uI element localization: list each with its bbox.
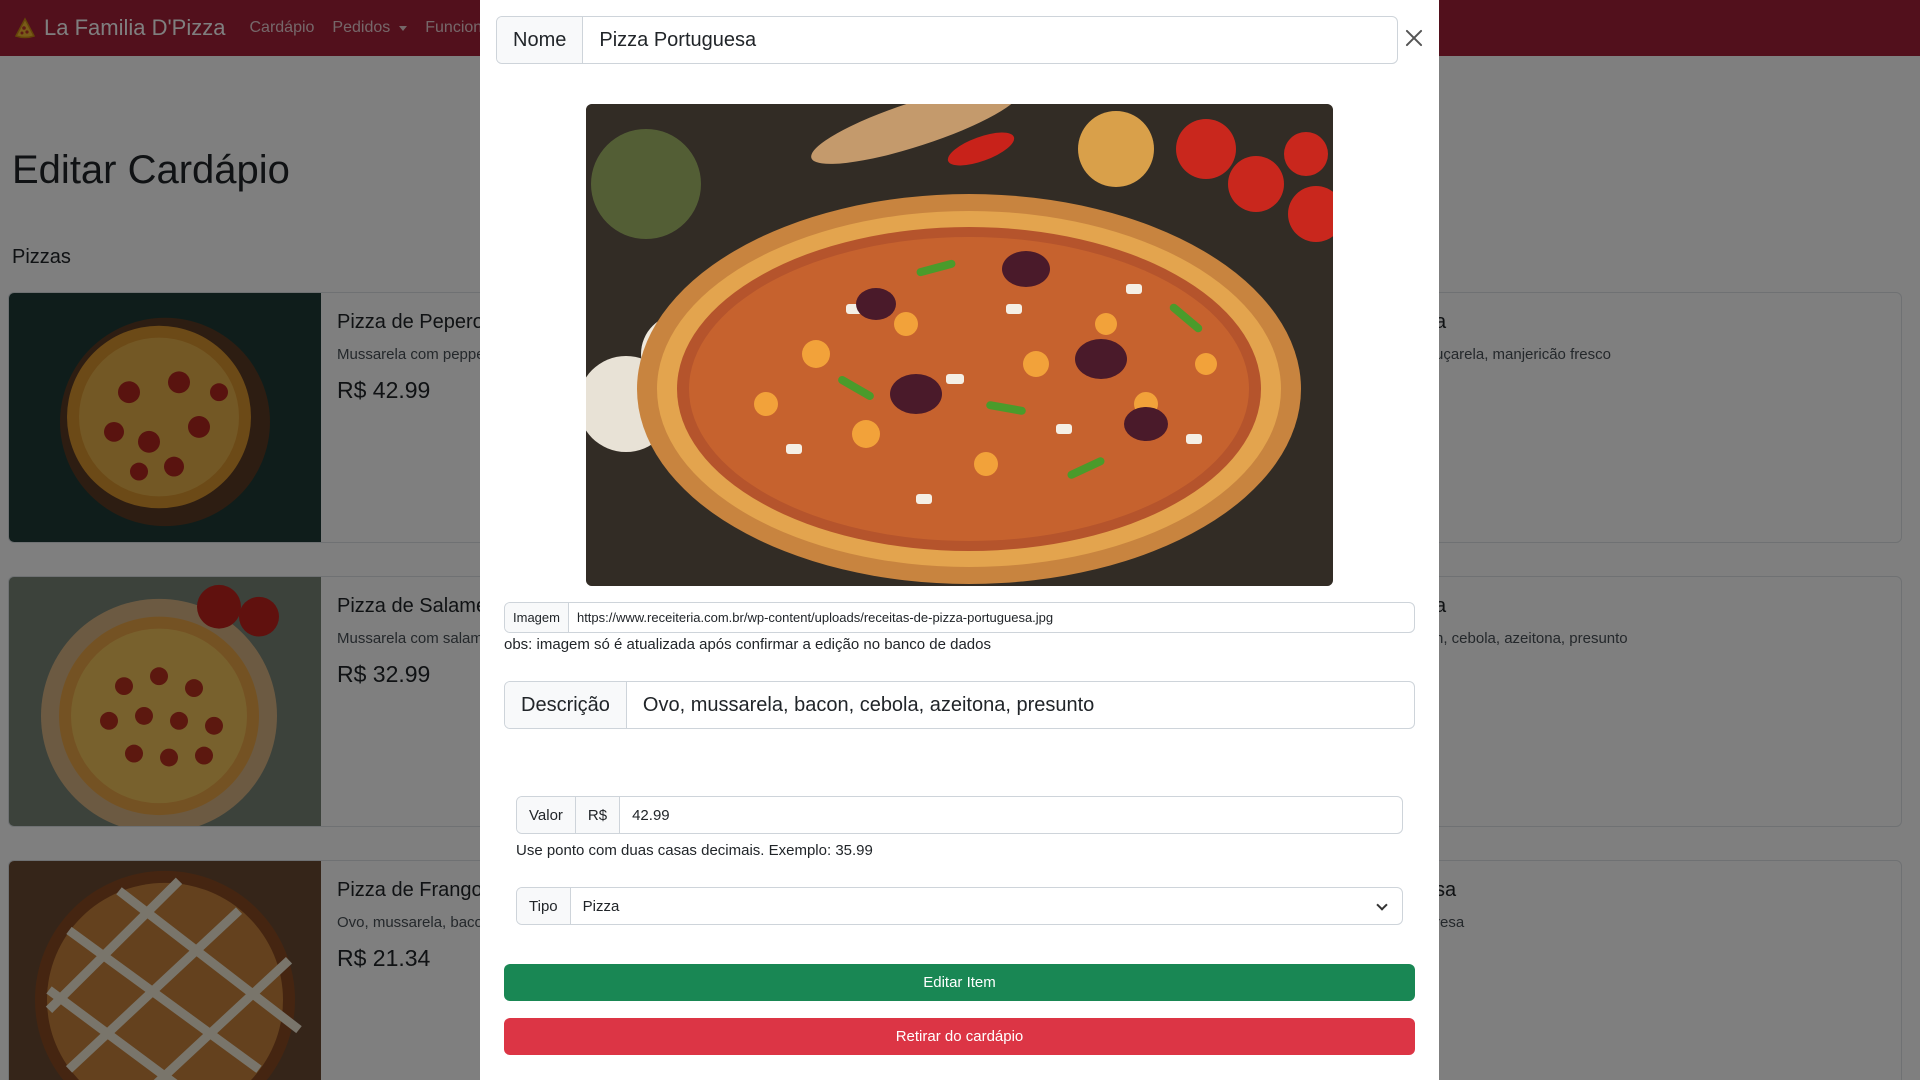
imagem-label: Imagem <box>505 603 569 632</box>
imagem-note: obs: imagem só é atualizada após confirm… <box>504 636 991 653</box>
valor-hint: Use ponto com duas casas decimais. Exemp… <box>516 842 873 859</box>
nome-label: Nome <box>497 17 584 63</box>
imagem-url-input[interactable]: https://www.receiteria.com.br/wp-content… <box>569 603 1414 632</box>
edit-item-button[interactable]: Editar Item <box>504 964 1415 1001</box>
currency-label: R$ <box>575 797 621 833</box>
nome-input-group: Nome Pizza Portuguesa <box>496 16 1398 64</box>
descricao-input-group: Descrição Ovo, mussarela, bacon, cebola,… <box>504 681 1415 729</box>
valor-input-group: Valor R$ 42.99 <box>516 796 1403 834</box>
remove-from-menu-button[interactable]: Retirar do cardápio <box>504 1018 1415 1055</box>
chevron-down-icon <box>1376 899 1388 911</box>
nome-input[interactable]: Pizza Portuguesa <box>583 17 1397 63</box>
tipo-label: Tipo <box>517 888 571 924</box>
descricao-input[interactable]: Ovo, mussarela, bacon, cebola, azeitona,… <box>627 682 1414 728</box>
close-icon[interactable] <box>1403 27 1425 49</box>
descricao-label: Descrição <box>505 682 627 728</box>
valor-label: Valor <box>517 797 576 833</box>
valor-input[interactable]: 42.99 <box>620 797 1402 833</box>
pizza-preview-image <box>586 104 1333 586</box>
tipo-selected-value: Pizza <box>582 897 620 915</box>
tipo-input-group: Tipo Pizza <box>516 887 1403 925</box>
imagem-input-group: Imagem https://www.receiteria.com.br/wp-… <box>504 602 1415 633</box>
tipo-select[interactable]: Pizza <box>571 888 1402 924</box>
